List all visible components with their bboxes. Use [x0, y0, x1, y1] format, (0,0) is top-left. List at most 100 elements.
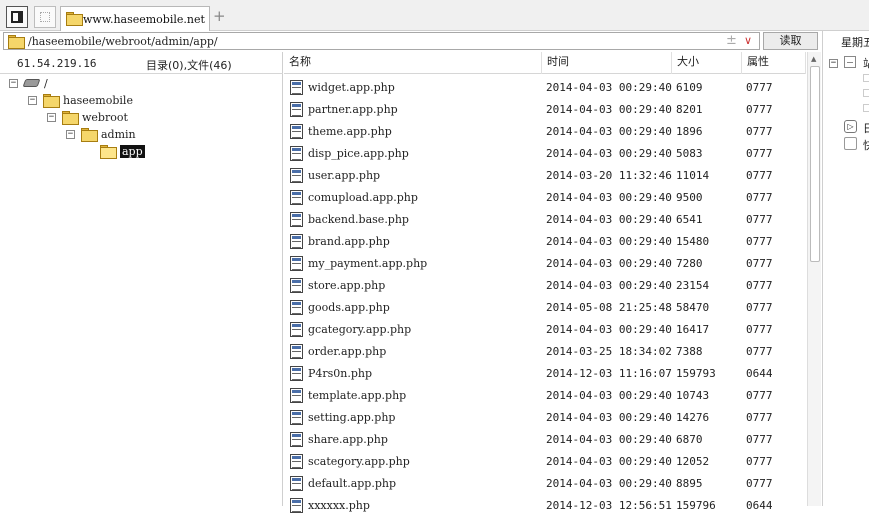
php-file-icon — [290, 476, 303, 491]
file-attr: 0644 — [746, 367, 773, 380]
collapse-icon[interactable]: − — [47, 112, 56, 122]
scroll-thumb[interactable] — [810, 66, 820, 262]
open-folder-icon — [100, 145, 117, 159]
tree-label: admin — [101, 127, 136, 141]
file-name: goods.app.php — [308, 301, 390, 314]
file-size: 8201 — [676, 103, 703, 116]
file-name: default.app.php — [308, 477, 397, 490]
table-row[interactable]: setting.app.php 2014-04-03 00:29:40 14276 0… — [284, 407, 806, 429]
table-row[interactable]: gcategory.app.php 2014-04-03 00:29:40 1641… — [284, 319, 806, 341]
file-name: brand.app.php — [308, 235, 390, 248]
collapse-icon[interactable]: − — [829, 59, 838, 68]
php-file-icon — [290, 190, 303, 205]
table-row[interactable]: comupload.app.php 2014-04-03 00:29:40 9500… — [284, 187, 806, 209]
tree-label: / — [44, 76, 48, 90]
php-file-icon — [290, 212, 303, 227]
file-size: 58470 — [676, 301, 710, 314]
read-button[interactable]: 读取 — [763, 32, 818, 50]
file-time: 2014-04-03 00:29:40 — [546, 279, 672, 292]
file-size: 6541 — [676, 213, 703, 226]
column-attr[interactable]: 属性 — [742, 52, 806, 74]
column-name[interactable]: 名称 — [284, 52, 542, 74]
file-size: 1896 — [676, 125, 703, 138]
directory-panel: 61.54.219.16 目录(0),文件(46) − / − haseemob… — [0, 52, 283, 506]
file-time: 2014-04-03 00:29:40 — [546, 213, 672, 226]
php-file-icon — [290, 102, 303, 117]
panel-header: 星期五 — [841, 36, 869, 49]
file-name: template.app.php — [308, 389, 407, 402]
secondary-panel-button[interactable] — [34, 6, 56, 28]
table-row[interactable]: theme.app.php 2014-04-03 00:29:40 1896 0777 — [284, 121, 806, 143]
folder-icon — [43, 94, 60, 108]
table-row[interactable]: partner.app.php 2014-04-03 00:29:40 8201 07… — [284, 99, 806, 121]
file-size: 9500 — [676, 191, 703, 204]
file-name: backend.base.php — [308, 213, 409, 226]
vertical-scrollbar[interactable]: ▲ — [807, 52, 821, 506]
table-row[interactable]: brand.app.php 2014-04-03 00:29:40 15480 077… — [284, 231, 806, 253]
file-size: 8895 — [676, 477, 703, 490]
tree-node-admin[interactable]: − admin — [66, 126, 136, 142]
file-time: 2014-03-20 11:32:46 — [546, 169, 672, 182]
php-file-icon — [290, 146, 303, 161]
php-file-icon — [290, 432, 303, 447]
table-row[interactable]: share.app.php 2014-04-03 00:29:40 6870 0777 — [284, 429, 806, 451]
php-file-icon — [290, 278, 303, 293]
file-time: 2014-04-03 00:29:40 — [546, 323, 672, 336]
column-time[interactable]: 时间 — [542, 52, 672, 74]
file-size: 159793 — [676, 367, 716, 380]
file-name: gcategory.app.php — [308, 323, 412, 336]
table-row[interactable]: template.app.php 2014-04-03 00:29:40 10743… — [284, 385, 806, 407]
folder-icon — [8, 35, 25, 49]
file-name: partner.app.php — [308, 103, 398, 116]
file-attr: 0777 — [746, 147, 773, 160]
file-name: disp_pice.app.php — [308, 147, 409, 160]
collapse-icon[interactable]: − — [9, 78, 18, 88]
tree-node-app[interactable]: app — [100, 143, 145, 159]
table-row[interactable]: user.app.php 2014-03-20 11:32:46 11014 0777 — [284, 165, 806, 187]
tab-site[interactable]: www.haseemobile.net — [60, 6, 210, 31]
panel-toggle-button[interactable] — [6, 6, 28, 28]
file-time: 2014-04-03 00:29:40 — [546, 191, 672, 204]
file-time: 2014-04-03 00:29:40 — [546, 81, 672, 94]
table-row[interactable]: default.app.php 2014-04-03 00:29:40 8895 07… — [284, 473, 806, 495]
file-size: 7388 — [676, 345, 703, 358]
path-input[interactable]: /haseemobile/webroot/admin/app/ ± ∨ — [3, 32, 760, 50]
table-row[interactable]: P4rs0n.php 2014-12-03 11:16:07 159793 0644 — [284, 363, 806, 385]
new-tab-button[interactable]: + — [213, 7, 227, 25]
php-file-icon — [290, 388, 303, 403]
file-time: 2014-04-03 00:29:40 — [546, 411, 672, 424]
table-row[interactable]: store.app.php 2014-04-03 00:29:40 23154 077… — [284, 275, 806, 297]
bookmark-icon[interactable]: ± — [726, 33, 737, 48]
table-row[interactable]: goods.app.php 2014-05-08 21:25:48 58470 077… — [284, 297, 806, 319]
file-name: widget.app.php — [308, 81, 395, 94]
folder-icon — [81, 128, 98, 142]
file-name: order.app.php — [308, 345, 387, 358]
list-header: 名称 时间 大小 属性 — [284, 52, 806, 74]
column-size[interactable]: 大小 — [672, 52, 742, 74]
collapse-icon[interactable]: − — [66, 129, 75, 139]
chevron-down-icon[interactable]: ∨ — [744, 34, 752, 47]
panel-item-site[interactable]: 站 — [863, 55, 869, 71]
play-icon: ▷ — [844, 120, 857, 133]
table-row[interactable]: order.app.php 2014-03-25 18:34:02 7388 0777 — [284, 341, 806, 363]
table-row[interactable]: my_payment.app.php 2014-04-03 00:29:40 728… — [284, 253, 806, 275]
table-row[interactable]: disp_pice.app.php 2014-04-03 00:29:40 5083… — [284, 143, 806, 165]
file-attr: 0777 — [746, 301, 773, 314]
file-attr: 0777 — [746, 257, 773, 270]
table-row[interactable]: widget.app.php 2014-04-03 00:29:40 6109 077… — [284, 77, 806, 99]
file-time: 2014-03-25 18:34:02 — [546, 345, 672, 358]
panel-item-quick[interactable]: 快 — [863, 137, 869, 153]
file-time: 2014-05-08 21:25:48 — [546, 301, 672, 314]
collapse-icon[interactable]: − — [28, 95, 37, 105]
table-row[interactable]: xxxxxx.php 2014-12-03 12:56:51 159796 0644 — [284, 495, 806, 517]
file-size: 7280 — [676, 257, 703, 270]
table-row[interactable]: backend.base.php 2014-04-03 00:29:40 6541 0… — [284, 209, 806, 231]
table-row[interactable]: scategory.app.php 2014-04-03 00:29:40 1205… — [284, 451, 806, 473]
file-attr: 0777 — [746, 323, 773, 336]
tree-node-root[interactable]: − / — [9, 75, 48, 91]
tree-node-haseemobile[interactable]: − haseemobile — [28, 92, 133, 108]
panel-item-log[interactable]: 日 — [863, 120, 869, 136]
scroll-up-icon[interactable]: ▲ — [811, 55, 816, 63]
tree-node-webroot[interactable]: − webroot — [47, 109, 128, 125]
tab-bar: www.haseemobile.net + — [0, 0, 869, 31]
